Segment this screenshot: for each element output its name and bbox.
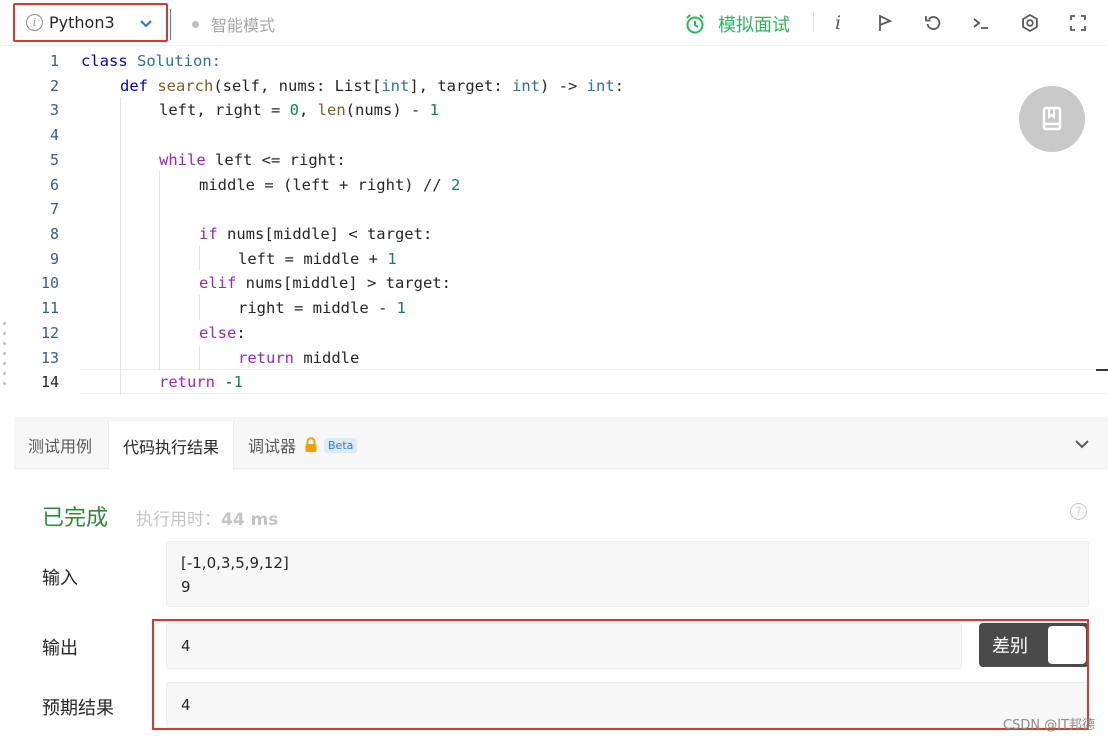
tab-label: 测试用例	[28, 437, 93, 456]
settings-icon[interactable]	[1019, 12, 1041, 34]
code-line: 13 return middle	[14, 346, 1108, 371]
code-text: return middle	[238, 349, 360, 368]
scroll-marker	[1096, 369, 1108, 371]
input-label: 输入	[42, 568, 78, 589]
help-icon[interactable]: ?	[1070, 503, 1087, 520]
mock-interview-label: 模拟面试	[718, 15, 790, 36]
code-line: 1 class Solution:	[14, 49, 1108, 74]
line-number: 3	[49, 101, 59, 120]
code-text: class Solution:	[81, 52, 222, 71]
language-label: Python3	[49, 13, 115, 32]
code-line: 7	[14, 197, 1108, 222]
select-focus-edge	[170, 9, 171, 40]
watermark: CSDN @IT邦德	[1003, 718, 1095, 733]
mock-interview-button[interactable]: 模拟面试	[684, 11, 790, 37]
line-number: 7	[49, 200, 59, 219]
result-tabs: 测试用例 代码执行结果 调试器 Beta	[14, 421, 1108, 470]
line-number: 9	[49, 250, 59, 269]
code-line: 8 if nums[middle] < target:	[14, 222, 1108, 247]
line-number: 5	[49, 151, 59, 170]
input-value: 9	[181, 578, 191, 596]
line-number: 2	[49, 77, 59, 96]
code-text: middle = (left + right) // 2	[199, 176, 461, 195]
code-text: elif nums[middle] > target:	[199, 274, 451, 293]
info-icon: i	[26, 14, 43, 31]
code-text: left = middle + 1	[238, 250, 397, 269]
smart-mode-label: 智能模式	[211, 16, 276, 35]
code-line: 4	[14, 123, 1108, 148]
alarm-clock-icon	[686, 14, 704, 34]
fullscreen-icon[interactable]	[1067, 12, 1089, 34]
code-text: def search(self, nums: List[int], target…	[120, 77, 624, 96]
code-text: if nums[middle] < target:	[199, 225, 433, 244]
input-value: [-1,0,3,5,9,12]	[181, 554, 289, 572]
code-line: 11 right = middle - 1	[14, 296, 1108, 321]
line-number: 4	[49, 126, 59, 145]
tab-label: 调试器	[248, 437, 297, 456]
smart-mode-toggle[interactable]: 智能模式	[192, 12, 275, 36]
book-icon	[1042, 106, 1062, 131]
line-number: 6	[49, 176, 59, 195]
code-line: 14 return -1	[14, 370, 1108, 395]
console-icon[interactable]	[970, 12, 992, 34]
reset-icon[interactable]	[922, 12, 944, 34]
dot-icon	[192, 20, 199, 28]
code-editor[interactable]: 1 class Solution: 2 def search(self, num…	[14, 47, 1108, 417]
code-text: return -1	[159, 373, 244, 392]
highlight-frame	[152, 619, 1089, 730]
expected-label: 预期结果	[42, 698, 114, 719]
code-text: left, right = 0, len(nums) - 1	[159, 101, 440, 120]
tab-run-result[interactable]: 代码执行结果	[108, 421, 235, 470]
tab-debugger[interactable]: 调试器 Beta	[234, 421, 371, 469]
line-number: 13	[40, 349, 59, 368]
line-number: 14	[40, 373, 59, 392]
line-number: 12	[40, 324, 59, 343]
tab-test-cases[interactable]: 测试用例	[14, 421, 106, 469]
output-label: 输出	[42, 638, 78, 659]
code-line: 3 left, right = 0, len(nums) - 1	[14, 98, 1108, 123]
code-line: 5 while left <= right:	[14, 148, 1108, 173]
input-box: [-1,0,3,5,9,12] 9	[166, 541, 1089, 607]
line-number: 1	[49, 52, 59, 71]
code-text: else:	[199, 324, 246, 343]
line-number: 11	[40, 299, 59, 318]
flag-icon[interactable]	[874, 12, 896, 34]
language-select[interactable]: i Python3	[13, 3, 171, 42]
runtime-text: 执行用时：44 ms	[136, 510, 279, 530]
editor-toolbar: i Python3 智能模式 模拟面试 i	[0, 0, 1108, 46]
beta-badge: Beta	[324, 437, 358, 453]
lock-icon	[305, 437, 317, 452]
tab-label: 代码执行结果	[123, 437, 220, 457]
code-text: right = middle - 1	[238, 299, 406, 318]
line-number: 10	[40, 274, 59, 293]
code-line: 12 else:	[14, 321, 1108, 346]
chevron-down-icon	[140, 20, 152, 28]
code-text: while left <= right:	[159, 151, 346, 170]
info-italic-icon[interactable]: i	[827, 12, 849, 34]
solution-book-button[interactable]	[1019, 86, 1085, 152]
resize-handle[interactable]	[3, 322, 9, 388]
code-line: 2 def search(self, nums: List[int], targ…	[14, 74, 1108, 99]
line-number: 8	[49, 225, 59, 244]
code-line: 6 middle = (left + right) // 2	[14, 173, 1108, 198]
code-line: 10 elif nums[middle] > target:	[14, 271, 1108, 296]
code-line: 9 left = middle + 1	[14, 247, 1108, 272]
status-label: 已完成	[42, 506, 109, 531]
collapse-chevron-icon[interactable]	[1074, 436, 1090, 452]
toolbar-divider	[813, 12, 814, 32]
